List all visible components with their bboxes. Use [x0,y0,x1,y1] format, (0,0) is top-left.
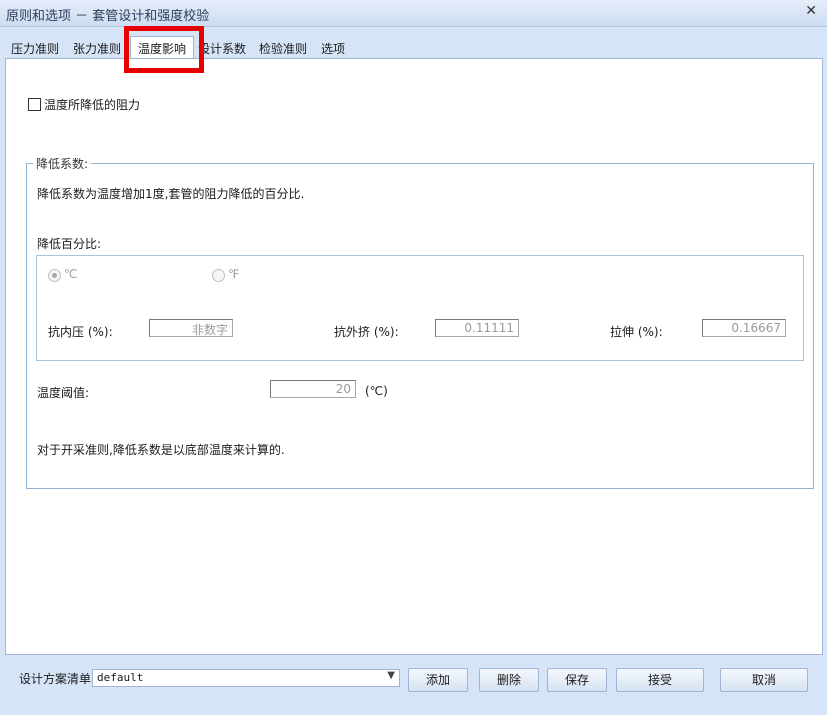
tab-check-criteria[interactable]: 检验准则 [259,40,307,57]
cancel-button[interactable]: 取消 [720,668,808,692]
temperature-resistance-checkbox[interactable] [28,98,41,111]
reduction-percent-label: 降低百分比: [37,237,102,251]
tab-design-factors[interactable]: 设计系数 [198,40,246,57]
bottom-temperature-note: 对于开采准则,降低系数是以底部温度来计算的. [37,443,285,457]
design-plan-value: default [97,671,144,684]
tab-options[interactable]: 选项 [321,40,345,57]
temperature-panel: 温度所降低的阻力 降低系数: 降低系数为温度增加1度,套管的阻力降低的百分比. … [5,58,823,655]
threshold-unit: (℃) [365,384,388,398]
tension-input[interactable]: 0.16667 [702,319,786,337]
close-icon[interactable]: ✕ [805,3,817,19]
threshold-input[interactable]: 20 [270,380,356,398]
tab-pressure-criteria[interactable]: 压力准则 [11,40,59,57]
tension-label: 拉伸 (%): [610,325,663,339]
save-button[interactable]: 保存 [547,668,607,692]
add-button[interactable]: 添加 [408,668,468,692]
window-title: 原则和选项 － 套管设计和强度校验 [6,9,210,24]
accept-button[interactable]: 接受 [616,668,704,692]
percent-subgroup: ℃ ℉ 抗内压 (%): 非数字 抗外挤 (%): 0.11111 拉伸 (%)… [36,255,804,361]
celsius-label: ℃ [64,267,78,281]
collapse-input[interactable]: 0.11111 [435,319,519,337]
fahrenheit-label: ℉ [228,267,240,281]
chevron-down-icon[interactable]: ▼ [387,670,395,681]
temperature-resistance-label: 温度所降低的阻力 [44,98,141,112]
threshold-label: 温度阈值: [37,386,90,400]
celsius-radio[interactable] [48,269,61,282]
design-plan-select[interactable]: default ▼ [92,669,400,687]
tab-tension-criteria[interactable]: 张力准则 [73,40,121,57]
active-tab-highlight [124,26,204,73]
fahrenheit-radio[interactable] [212,269,225,282]
design-plan-label: 设计方案清单 [19,672,92,686]
group-legend: 降低系数: [33,155,92,172]
reduction-factor-group: 降低系数: 降低系数为温度增加1度,套管的阻力降低的百分比. 降低百分比: ℃ … [26,155,814,489]
reduction-description: 降低系数为温度增加1度,套管的阻力降低的百分比. [37,187,305,201]
burst-label: 抗内压 (%): [48,325,113,339]
collapse-label: 抗外挤 (%): [334,325,399,339]
delete-button[interactable]: 删除 [479,668,539,692]
title-bar: 原则和选项 － 套管设计和强度校验 ✕ [0,0,827,27]
burst-input[interactable]: 非数字 [149,319,233,337]
